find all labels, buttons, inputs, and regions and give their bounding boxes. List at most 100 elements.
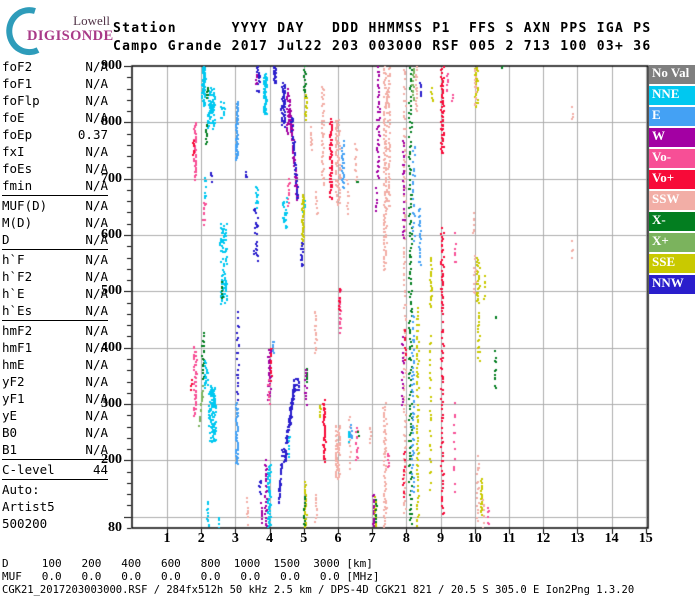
param-row-hmf2: hmF2 N/A [2, 322, 108, 339]
param-label: hmE [2, 357, 25, 372]
param-label: foEp [2, 127, 33, 142]
x-tick-label-14: 14 [604, 531, 619, 546]
param-label: foF1 [2, 76, 33, 91]
status-bar: CGK21_2017203003000.RSF / 284fx512h 50 k… [2, 584, 635, 596]
param-value: N/A [85, 425, 108, 440]
legend-item-w: W [649, 128, 695, 147]
y-tick-label-900: 900 [101, 58, 122, 73]
legend-item-vop: Vo+ [649, 170, 695, 189]
legend-label: Vo+ [652, 170, 675, 185]
param-row-h-f: h`F N/A [2, 251, 108, 268]
param-section-divider [2, 195, 108, 196]
direction-legend: No Val NNE E W Vo- Vo+ SSW X- X+ SSE NNW [649, 65, 695, 296]
param-label: fxI [2, 144, 25, 159]
param-row-b0: B0 N/A [2, 424, 108, 441]
param-value: N/A [85, 374, 108, 389]
param-value: N/A [85, 76, 108, 91]
legend-label: X- [652, 212, 666, 227]
x-tick-label-13: 13 [570, 531, 585, 546]
param-row-fxi: fxI N/A [2, 143, 108, 160]
legend-item-xm: X- [649, 212, 695, 231]
param-label: MUF(D) [2, 198, 48, 213]
legend-label: No Val [652, 65, 690, 80]
param-value: N/A [85, 93, 108, 108]
x-tick-label-15: 15 [638, 531, 653, 546]
param-label: foF2 [2, 59, 33, 74]
legend-item-noval: No Val [649, 65, 695, 84]
param-label: Artist5 [2, 499, 55, 514]
header-station-values: Campo Grande 2017 Jul22 203 003000 RSF 0… [113, 39, 652, 54]
muf-row: MUF 0.0 0.0 0.0 0.0 0.0 0.0 0.0 0.0 [MHz… [2, 570, 380, 583]
param-label: Auto: [2, 482, 40, 497]
param-row-fof1: foF1 N/A [2, 75, 108, 92]
legend-label: SSE [652, 254, 676, 269]
param-value: N/A [85, 357, 108, 372]
y-tick-label-700: 700 [101, 170, 122, 186]
param-label: 500200 [2, 516, 48, 531]
ionogram-plot [124, 58, 656, 544]
legend-label: NNE [652, 86, 680, 101]
y-tick-label-400: 400 [101, 339, 122, 355]
param-label: yF2 [2, 374, 25, 389]
x-tick-label-3: 3 [231, 531, 239, 546]
param-label: foE [2, 110, 25, 125]
legend-item-sse: SSE [649, 254, 695, 273]
param-label: C-level [2, 462, 55, 477]
param-value: N/A [85, 323, 108, 338]
y-tick-label-600: 600 [101, 227, 122, 243]
legend-label: SSW [652, 191, 680, 206]
param-label: h`F2 [2, 269, 33, 284]
param-row-foflp: foFlp N/A [2, 92, 108, 109]
param-value: N/A [85, 198, 108, 213]
legend-item-nne: NNE [649, 86, 695, 105]
legend-label: W [652, 128, 665, 143]
y-tick-label-300: 300 [101, 396, 122, 412]
param-label: h`Es [2, 303, 33, 318]
param-label: hmF1 [2, 340, 33, 355]
d-distance-row: D 100 200 400 600 800 1000 1500 3000 [km… [2, 557, 373, 570]
param-section-divider [2, 249, 108, 250]
legend-item-xp: X+ [649, 233, 695, 252]
param-label: B0 [2, 425, 18, 440]
logo-lowell-text: Lowell [73, 13, 110, 28]
param-row-auto: Auto: [2, 481, 108, 498]
x-tick-label-8: 8 [402, 531, 410, 546]
ionogram-scatter-canvas [124, 58, 656, 544]
param-value: N/A [85, 144, 108, 159]
x-tick-label-4: 4 [266, 531, 274, 546]
param-label: h`E [2, 286, 25, 301]
y-tick-label-500: 500 [101, 283, 122, 299]
param-label: hmF2 [2, 323, 33, 338]
y-tick-label-800: 800 [101, 114, 122, 130]
param-label: fmin [2, 178, 33, 193]
y-tick-label-80: 80 [108, 520, 122, 535]
param-section-divider [2, 479, 108, 480]
x-tick-label-12: 12 [536, 531, 551, 546]
header-field-names: Station YYYY DAY DDD HHMMSS P1 FFS S AXN… [113, 21, 652, 36]
legend-item-ssw: SSW [649, 191, 695, 210]
param-row-artist5: Artist5 [2, 498, 108, 515]
x-tick-label-10: 10 [467, 531, 482, 546]
logo-digisonde-text: DIGISONDE [27, 28, 114, 44]
param-value: N/A [85, 303, 108, 318]
legend-item-nnw: NNW [649, 275, 695, 294]
param-label: foFlp [2, 93, 40, 108]
x-tick-label-6: 6 [334, 531, 342, 546]
legend-item-vom: Vo- [649, 149, 695, 168]
param-value: N/A [85, 252, 108, 267]
legend-label: NNW [652, 275, 684, 290]
y-tick-label-200: 200 [101, 452, 122, 468]
x-tick-label-2: 2 [197, 531, 205, 546]
param-row-yf2: yF2 N/A [2, 373, 108, 390]
param-label: yE [2, 408, 18, 423]
param-label: foEs [2, 161, 33, 176]
x-tick-label-1: 1 [163, 531, 171, 546]
lowell-digisonde-logo: Lowell DIGISONDE [2, 4, 124, 58]
param-row-muf-d: MUF(D) N/A [2, 197, 108, 214]
digisonde-ionogram-display: Lowell DIGISONDE Station YYYY DAY DDD HH… [0, 0, 700, 600]
param-label: M(D) [2, 215, 33, 230]
x-tick-label-5: 5 [300, 531, 308, 546]
param-label: D [2, 232, 10, 247]
param-section-divider [2, 320, 108, 321]
legend-label: Vo- [652, 149, 672, 164]
